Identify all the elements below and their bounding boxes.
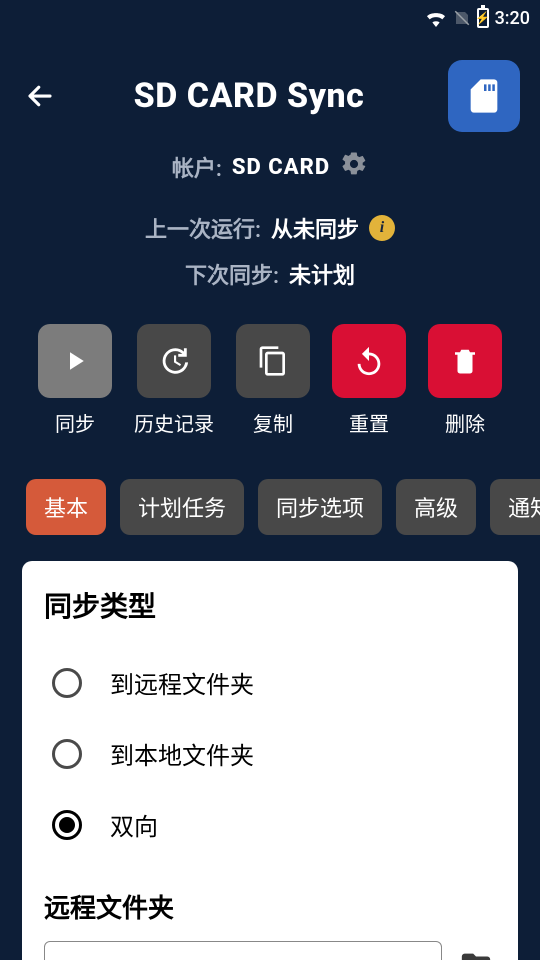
battery-icon: ⚡ <box>477 8 489 28</box>
reset-button[interactable]: 重置 <box>332 324 406 437</box>
trash-icon <box>450 346 480 376</box>
folder-plus-icon <box>459 948 493 960</box>
account-value: SD CARD <box>232 155 330 180</box>
radio-icon <box>52 739 82 769</box>
copy-label: 复制 <box>253 408 293 437</box>
sync-label: 同步 <box>55 408 95 437</box>
radio-local-label: 到本地文件夹 <box>110 736 254 771</box>
clock: 3:20 <box>495 8 530 29</box>
radio-remote-label: 到远程文件夹 <box>110 665 254 700</box>
radio-icon <box>52 668 82 698</box>
settings-card: 同步类型 到远程文件夹 到本地文件夹 双向 远程文件夹 <box>22 561 518 960</box>
tab-advanced[interactable]: 高级 <box>396 479 476 535</box>
last-run-label: 上一次运行: <box>145 212 261 244</box>
next-sync-label: 下次同步: <box>185 258 279 290</box>
history-icon <box>157 344 191 378</box>
no-sim-icon <box>453 9 471 27</box>
wifi-icon <box>425 9 447 27</box>
tab-sync-options[interactable]: 同步选项 <box>258 479 382 535</box>
history-label: 历史记录 <box>134 408 214 437</box>
arrow-left-icon <box>25 81 55 111</box>
info-button[interactable]: i <box>369 215 395 241</box>
sd-card-button[interactable] <box>448 60 520 132</box>
back-button[interactable] <box>20 76 60 116</box>
sync-type-heading: 同步类型 <box>44 585 496 625</box>
remote-folder-input[interactable] <box>44 941 442 960</box>
radio-remote[interactable]: 到远程文件夹 <box>44 647 496 718</box>
radio-two-way[interactable]: 双向 <box>44 789 496 860</box>
history-button[interactable]: 历史记录 <box>134 324 214 437</box>
reset-label: 重置 <box>349 408 389 437</box>
tab-schedule[interactable]: 计划任务 <box>120 479 244 535</box>
account-row: 帐户: SD CARD <box>0 150 540 184</box>
remote-folder-heading: 远程文件夹 <box>44 888 496 925</box>
browse-folder-button[interactable] <box>456 945 496 960</box>
copy-icon <box>257 345 289 377</box>
page-title: SD CARD Sync <box>64 76 434 116</box>
header: SD CARD Sync <box>0 36 540 142</box>
sync-button[interactable]: 同步 <box>38 324 112 437</box>
gear-icon <box>340 150 368 178</box>
reset-icon <box>352 344 386 378</box>
radio-local[interactable]: 到本地文件夹 <box>44 718 496 789</box>
sd-card-icon <box>464 76 504 116</box>
settings-button[interactable] <box>340 150 368 184</box>
account-label: 帐户: <box>172 151 222 183</box>
last-run-row: 上一次运行: 从未同步 i <box>0 212 540 244</box>
last-run-value: 从未同步 <box>271 212 359 244</box>
tab-notify[interactable]: 通知 <box>490 479 540 535</box>
status-bar: ⚡ 3:20 <box>0 0 540 36</box>
delete-label: 删除 <box>445 408 485 437</box>
next-sync-value: 未计划 <box>289 258 355 290</box>
next-sync-row: 下次同步: 未计划 <box>0 258 540 290</box>
delete-button[interactable]: 删除 <box>428 324 502 437</box>
tab-bar: 基本 计划任务 同步选项 高级 通知 同 <box>0 479 540 535</box>
remote-folder-row <box>44 941 496 960</box>
copy-button[interactable]: 复制 <box>236 324 310 437</box>
tab-basic[interactable]: 基本 <box>26 479 106 535</box>
action-row: 同步 历史记录 复制 重置 删除 <box>0 324 540 437</box>
radio-icon <box>52 810 82 840</box>
radio-two-way-label: 双向 <box>110 807 158 842</box>
play-icon <box>60 346 90 376</box>
